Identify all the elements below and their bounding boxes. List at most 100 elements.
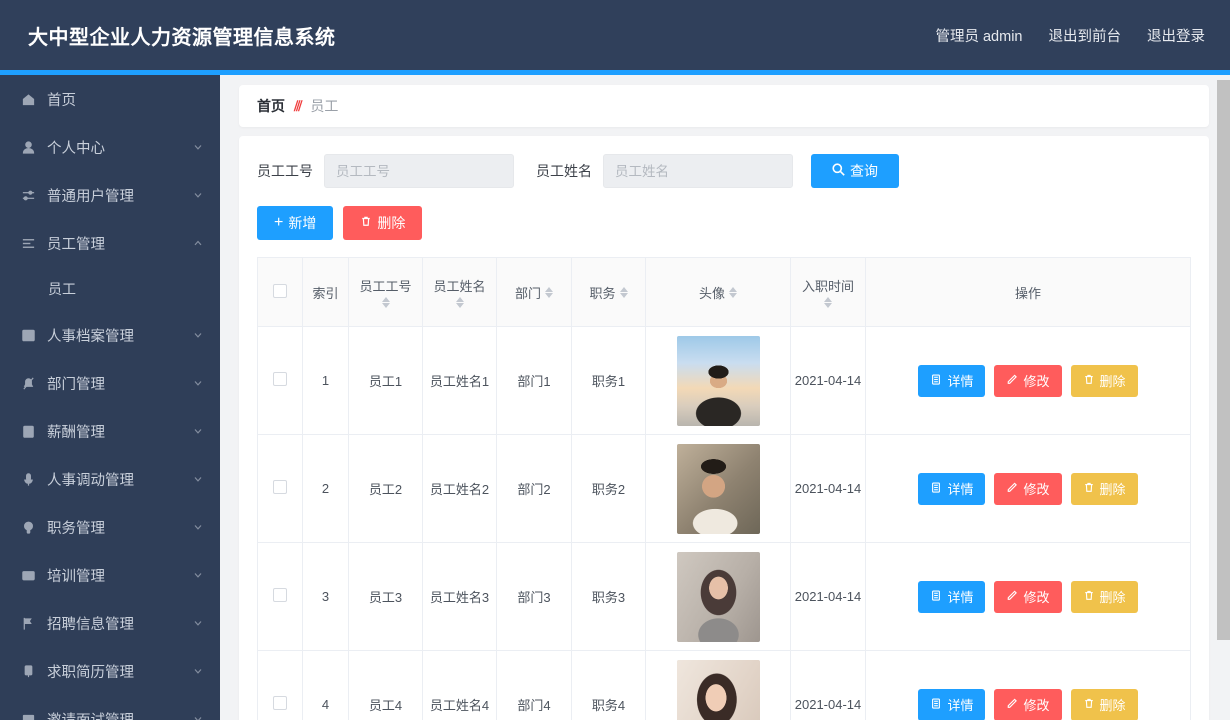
detail-button-label: 详情 — [947, 482, 974, 497]
table-row: 4 员工4 员工姓名4 部门4 职务4 2021-04-14 详情 修改 删除 — [257, 650, 1191, 720]
add-button-label: 新增 — [288, 215, 317, 231]
row-select-cell — [257, 650, 303, 720]
column-header-avatar[interactable]: 头像 — [645, 257, 791, 327]
chevron-down-icon — [192, 425, 204, 437]
admin-user-link[interactable]: 管理员 admin — [935, 25, 1022, 46]
chevron-down-icon — [192, 189, 204, 201]
sidebar-item-2[interactable]: 个人中心 — [0, 123, 220, 171]
edit-button[interactable]: 修改 — [994, 580, 1062, 613]
avatar[interactable] — [676, 659, 760, 720]
row-delete-button[interactable]: 删除 — [1070, 688, 1138, 720]
sidebar-item-13[interactable]: 邀请面试管理 — [0, 695, 220, 720]
sidebar-item-label: 部门管理 — [47, 376, 105, 393]
trash-icon — [1083, 589, 1095, 605]
row-index: 4 — [302, 650, 349, 720]
sort-icon[interactable] — [381, 297, 390, 308]
avatar[interactable] — [676, 443, 760, 534]
sidebar-item-3[interactable]: 普通用户管理 — [0, 171, 220, 219]
employee-no-label: 员工工号 — [257, 163, 313, 179]
row-delete-button[interactable]: 删除 — [1070, 364, 1138, 397]
chevron-down-icon — [192, 329, 204, 341]
edit-button[interactable]: 修改 — [994, 472, 1062, 505]
row-department: 部门4 — [496, 650, 572, 720]
row-hire-date: 2021-04-14 — [790, 542, 866, 651]
sidebar-item-label: 首页 — [47, 92, 76, 109]
query-button[interactable]: 查询 — [811, 154, 899, 188]
row-hire-date: 2021-04-14 — [790, 326, 866, 435]
row-checkbox[interactable] — [273, 372, 287, 386]
edit-button-label: 修改 — [1023, 374, 1050, 389]
sort-icon[interactable] — [619, 286, 628, 298]
delete-button[interactable]: 删除 — [343, 206, 423, 240]
row-employee-no: 员工2 — [348, 434, 423, 543]
select-all-checkbox[interactable] — [273, 283, 287, 298]
scrollbar-thumb[interactable] — [1217, 80, 1230, 640]
row-hire-date: 2021-04-14 — [790, 434, 866, 543]
document-icon — [930, 589, 942, 605]
chevron-down-icon — [192, 521, 204, 533]
employee-table-wrap: 索引 员工工号 员工姓名 部门 职务 头像 入职时间 操作 1 员工1 员工姓名1 部门1 职务1 20… — [257, 257, 1191, 720]
column-header-label: 索引 — [312, 285, 339, 301]
chevron-down-icon — [192, 665, 204, 677]
person-icon — [18, 137, 38, 157]
list-icon — [18, 233, 38, 253]
sidebar-item-11[interactable]: 招聘信息管理 — [0, 599, 220, 647]
sidebar-subitem-employee[interactable]: 员工 — [0, 267, 220, 311]
detail-button[interactable]: 详情 — [918, 364, 986, 397]
sort-icon[interactable] — [455, 297, 464, 308]
row-delete-button-label: 删除 — [1099, 482, 1126, 497]
column-header-department[interactable]: 部门 — [496, 257, 572, 327]
edit-button[interactable]: 修改 — [994, 364, 1062, 397]
column-header-position[interactable]: 职务 — [571, 257, 646, 327]
row-delete-button[interactable]: 删除 — [1070, 580, 1138, 613]
column-header-label: 操作 — [1014, 285, 1041, 301]
row-position: 职务4 — [571, 650, 646, 720]
sidebar-item-10[interactable]: 培训管理 — [0, 551, 220, 599]
employee-name-input[interactable] — [603, 154, 793, 188]
avatar[interactable] — [676, 335, 760, 426]
row-checkbox[interactable] — [273, 480, 287, 494]
employee-no-input[interactable] — [324, 154, 514, 188]
breadcrumb-home[interactable]: 首页 — [257, 96, 285, 116]
top-header: 大中型企业人力资源管理信息系统 管理员 admin 退出到前台 退出登录 — [0, 0, 1230, 70]
sidebar-item-4[interactable]: 员工管理 — [0, 219, 220, 267]
column-header-label: 入职时间 — [801, 279, 854, 294]
sidebar-item-label: 薪酬管理 — [47, 424, 105, 441]
query-button-label: 查询 — [850, 163, 878, 179]
avatar[interactable] — [676, 551, 760, 642]
sidebar-item-9[interactable]: 职务管理 — [0, 503, 220, 551]
detail-button[interactable]: 详情 — [918, 472, 986, 505]
sort-icon[interactable] — [729, 286, 737, 298]
column-header-employee-no[interactable]: 员工工号 — [348, 257, 423, 327]
row-employee-name: 员工姓名3 — [422, 542, 497, 651]
logout-link[interactable]: 退出登录 — [1147, 25, 1205, 46]
sidebar-item-12[interactable]: 求职简历管理 — [0, 647, 220, 695]
detail-button[interactable]: 详情 — [918, 580, 986, 613]
add-button[interactable]: + 新增 — [257, 206, 334, 240]
sidebar-item-6[interactable]: 部门管理 — [0, 359, 220, 407]
exit-to-front-link[interactable]: 退出到前台 — [1049, 25, 1122, 46]
sidebar-item-8[interactable]: 人事调动管理 — [0, 455, 220, 503]
row-actions-cell: 详情 修改 删除 — [865, 650, 1191, 720]
edit-button[interactable]: 修改 — [994, 688, 1062, 720]
row-checkbox[interactable] — [273, 696, 287, 710]
sidebar-item-label: 职务管理 — [47, 520, 105, 537]
row-checkbox[interactable] — [273, 588, 287, 602]
column-header-hire-date[interactable]: 入职时间 — [790, 257, 866, 327]
row-select-cell — [257, 542, 303, 651]
column-header-employee-name[interactable]: 员工姓名 — [422, 257, 497, 327]
sidebar-item-1[interactable]: 首页 — [0, 75, 220, 123]
search-icon — [832, 163, 845, 179]
row-index: 2 — [302, 434, 349, 543]
row-delete-button[interactable]: 删除 — [1070, 472, 1138, 505]
detail-button[interactable]: 详情 — [918, 688, 986, 720]
sort-icon[interactable] — [824, 297, 832, 308]
table-row: 2 员工2 员工姓名2 部门2 职务2 2021-04-14 详情 修改 删除 — [257, 434, 1191, 543]
row-delete-button-label: 删除 — [1099, 698, 1126, 713]
sort-icon[interactable] — [545, 286, 553, 298]
column-header-select-all — [257, 257, 303, 327]
page-scrollbar[interactable] — [1217, 75, 1230, 720]
sidebar-item-5[interactable]: 人事档案管理 — [0, 311, 220, 359]
sidebar-subitem-label: 员工 — [48, 281, 76, 297]
sidebar-item-7[interactable]: 薪酬管理 — [0, 407, 220, 455]
